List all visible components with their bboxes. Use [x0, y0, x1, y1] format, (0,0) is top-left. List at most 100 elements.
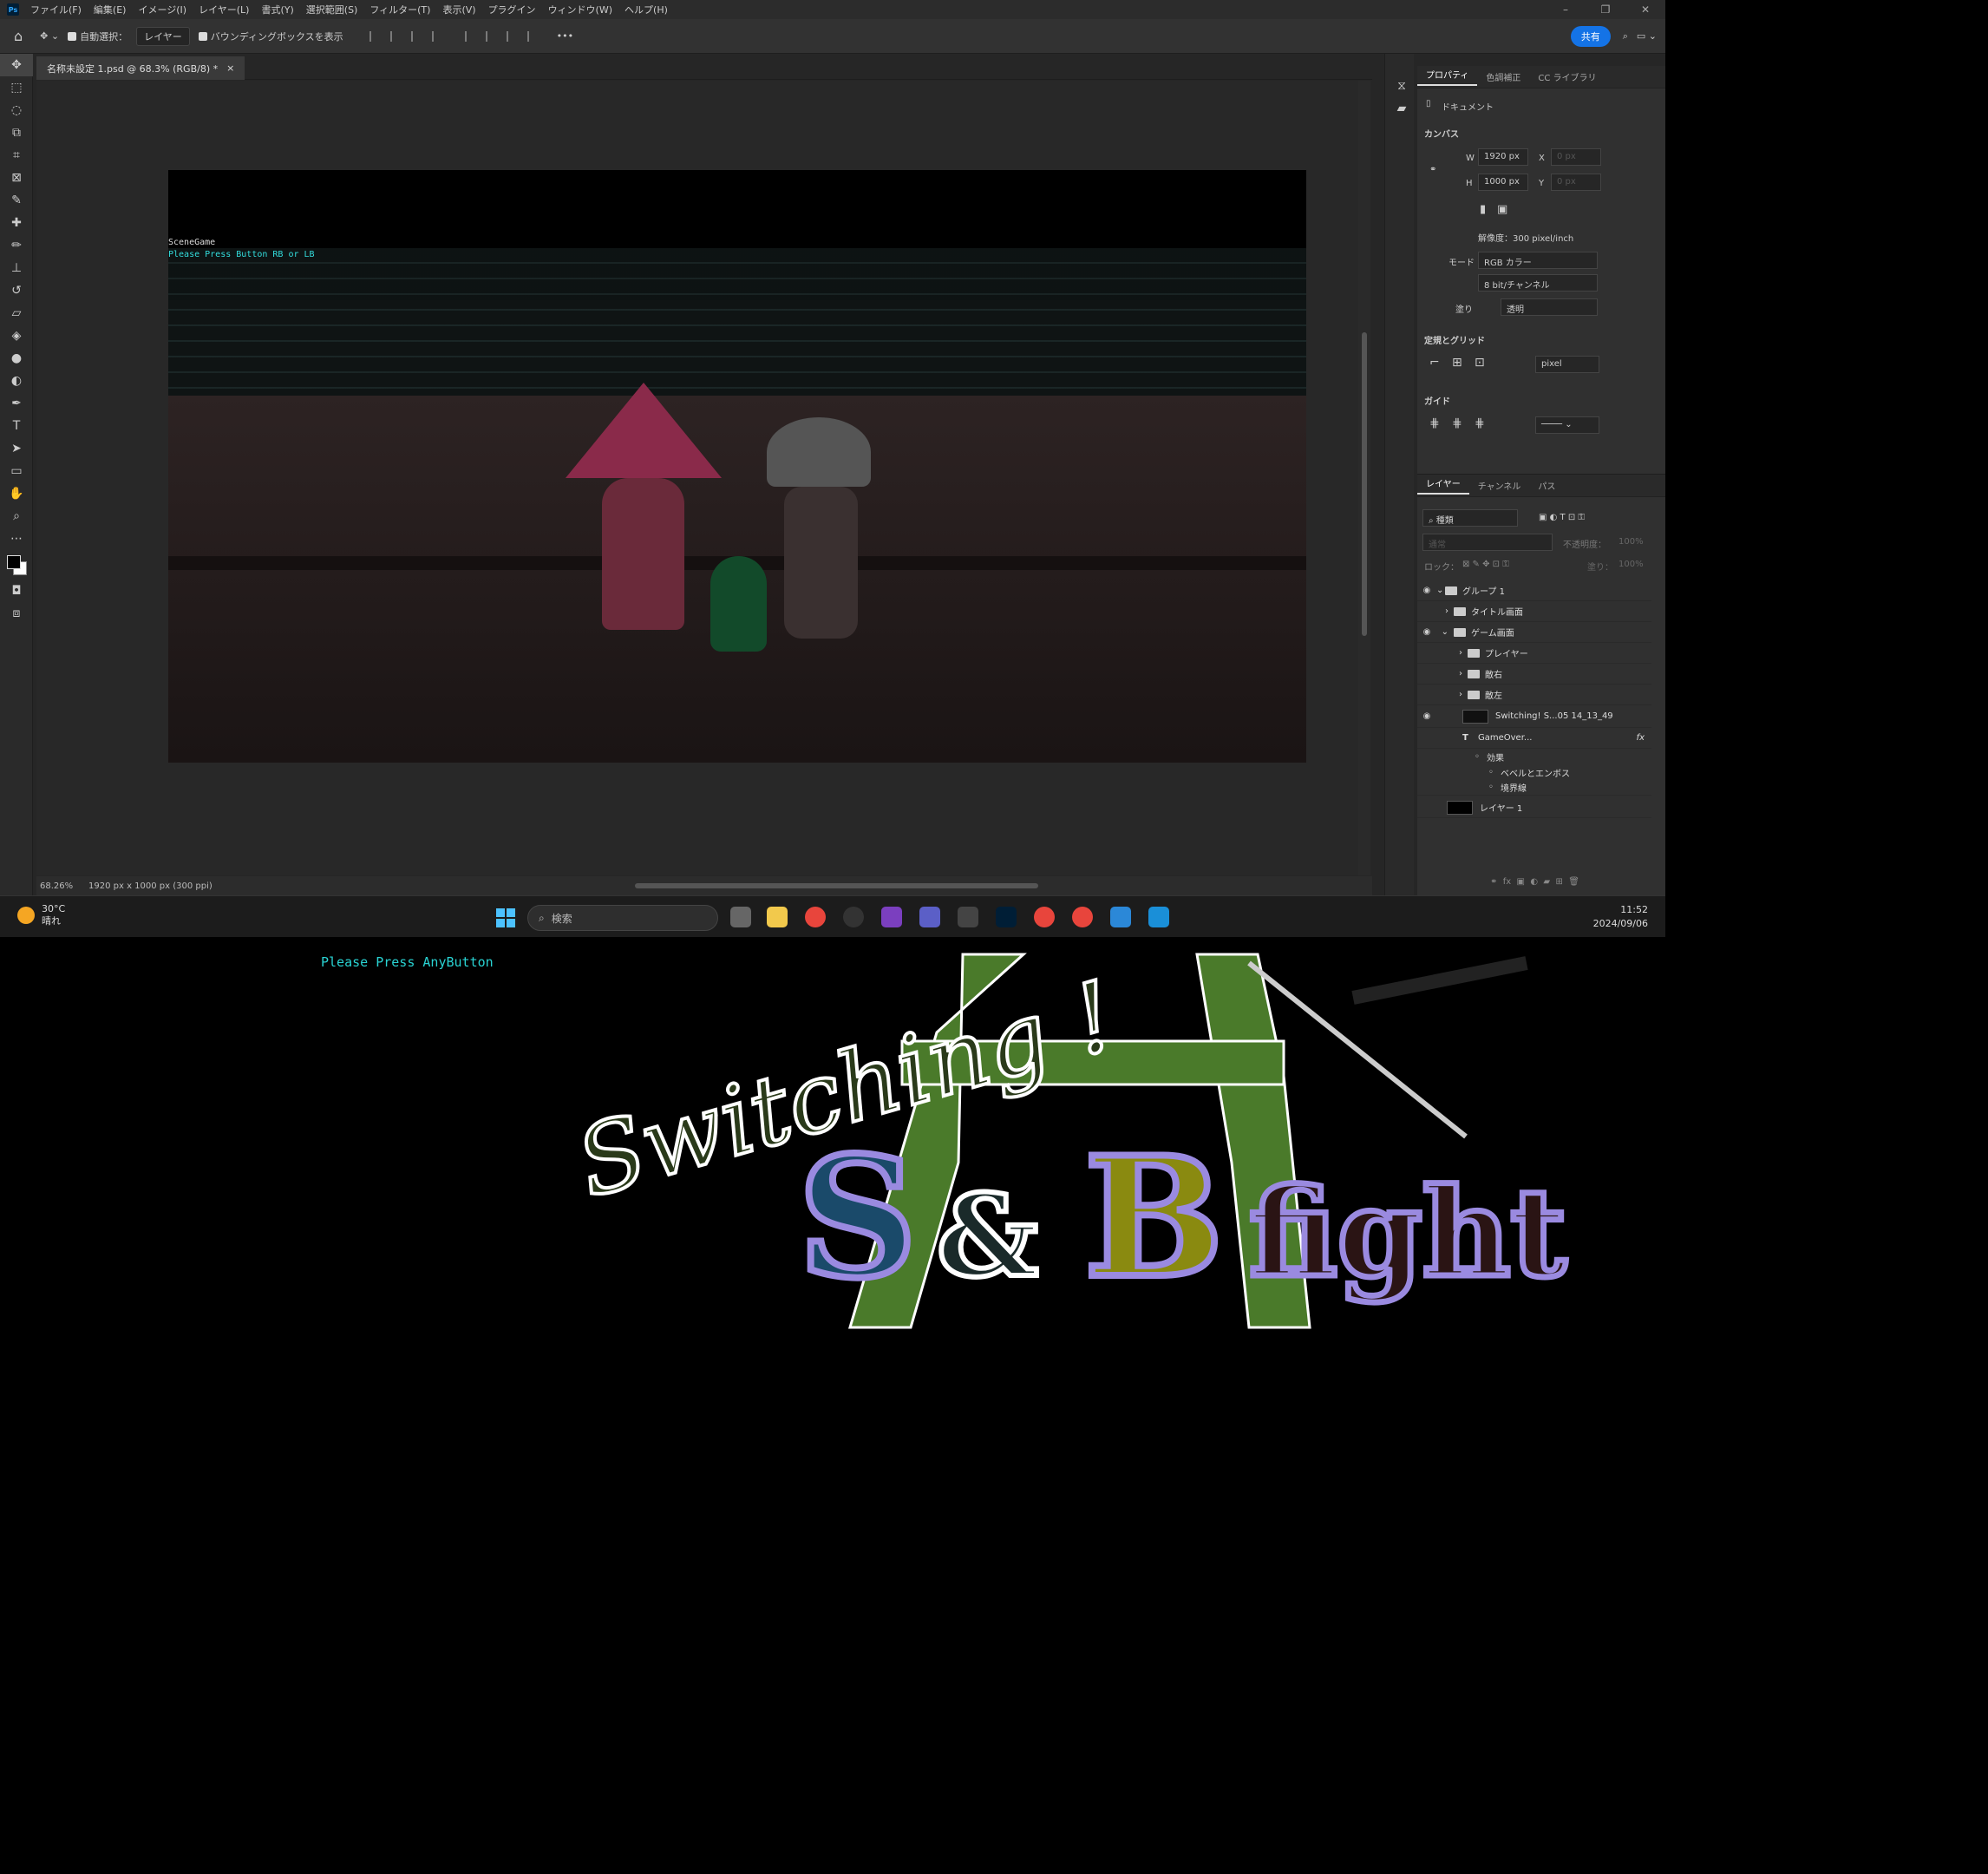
tab-layers[interactable]: レイヤー [1417, 476, 1469, 495]
layer-row[interactable]: › タイトル画面 [1417, 601, 1651, 622]
eraser-tool-icon[interactable]: ▱ [0, 302, 33, 324]
type-tool-icon[interactable]: T [0, 415, 33, 437]
layer-row[interactable]: レイヤー 1 [1417, 797, 1651, 818]
width-field[interactable]: 1920 px [1478, 148, 1528, 166]
menu-view[interactable]: 表示(V) [436, 3, 481, 16]
auto-select-target-dropdown[interactable]: レイヤー [136, 26, 190, 46]
horizontal-scroll-thumb[interactable] [635, 883, 1038, 888]
minimize-button[interactable]: – [1546, 3, 1586, 16]
canvas-section-header[interactable]: カンバス [1424, 127, 1459, 140]
frame-tool-icon[interactable]: ⊠ [0, 167, 33, 189]
workspace-icon[interactable]: ▭ ⌄ [1637, 30, 1657, 42]
eye-icon[interactable]: ◦ [1488, 768, 1501, 777]
guide-line-style-dropdown[interactable]: ──── ⌄ [1535, 416, 1599, 434]
close-tab-icon[interactable]: × [226, 62, 234, 74]
ruler-icon[interactable]: ⌐ [1429, 356, 1440, 370]
layer-actions-icons[interactable]: ⚭ fx ▣ ◐ ▰ ⊞ 🗑 [1490, 877, 1579, 887]
tab-adjustments[interactable]: 色調補正 [1477, 70, 1529, 83]
lasso-tool-icon[interactable]: ◌ [0, 99, 33, 121]
chevron-down-icon[interactable]: ⌄ [1436, 586, 1445, 595]
rulers-grid-section-header[interactable]: 定規とグリッド [1424, 333, 1485, 346]
align-middle-icon[interactable] [485, 30, 498, 42]
close-window-button[interactable]: ✕ [1625, 3, 1665, 16]
chevron-right-icon[interactable]: › [1450, 648, 1468, 658]
eye-icon[interactable]: ◦ [1488, 783, 1501, 792]
align-right-icon[interactable] [410, 30, 423, 42]
guides-section-header[interactable]: ガイド [1424, 394, 1450, 407]
eye-icon[interactable]: ◦ [1475, 752, 1487, 762]
tab-channels[interactable]: チャンネル [1469, 479, 1530, 492]
quick-mask-icon[interactable]: ◘ [0, 580, 33, 602]
task-view-icon[interactable] [730, 907, 751, 927]
grid-icon[interactable]: ⊞ [1452, 356, 1462, 370]
chrome-profile-icon[interactable] [1072, 907, 1093, 927]
menu-type[interactable]: 書式(Y) [255, 3, 299, 16]
system-clock[interactable]: 11:52 2024/09/06 [1593, 903, 1648, 931]
dodge-tool-icon[interactable]: ◐ [0, 370, 33, 392]
guide-icon[interactable]: ⋕ [1429, 416, 1440, 430]
share-button[interactable]: 共有 [1570, 25, 1611, 47]
show-bbox-checkbox[interactable]: バウンディングボックスを表示 [198, 29, 343, 43]
comments-icon[interactable]: ▰ [1385, 97, 1418, 120]
link-icon[interactable]: ⚭ [1429, 165, 1436, 174]
align-left-icon[interactable] [369, 30, 382, 42]
tab-properties[interactable]: プロパティ [1417, 68, 1478, 86]
crop-tool-icon[interactable]: ⌗ [0, 144, 33, 167]
layer-row[interactable]: ◉ Switching! S...05 14_13_49 [1417, 705, 1651, 728]
chevron-right-icon[interactable]: › [1450, 669, 1468, 678]
vertical-scrollbar[interactable] [1358, 81, 1370, 875]
menu-edit[interactable]: 編集(E) [88, 3, 133, 16]
move-tool-preset-icon[interactable]: ✥ ⌄ [40, 30, 59, 42]
y-field[interactable]: 0 px [1551, 174, 1601, 191]
align-center-icon[interactable] [389, 30, 402, 42]
paint-bucket-tool-icon[interactable]: ◈ [0, 324, 33, 347]
lock-icons[interactable]: ⊠ ✎ ✥ ⊡ ⚿ [1462, 560, 1509, 569]
more-tools-icon[interactable]: ⋯ [0, 527, 33, 550]
menu-image[interactable]: イメージ(I) [132, 3, 193, 16]
maximize-button[interactable]: ❐ [1586, 3, 1625, 16]
menu-plugins[interactable]: プラグイン [482, 3, 542, 16]
effect-row[interactable]: ◦ 境界線 [1417, 780, 1651, 796]
height-field[interactable]: 1000 px [1478, 174, 1528, 191]
chrome-profile-icon[interactable] [1034, 907, 1055, 927]
move-tool-icon[interactable]: ✥ [0, 54, 33, 76]
color-swatches[interactable] [0, 550, 33, 580]
filter-icons[interactable]: ▣ ◐ T ⊡ ⚿ [1539, 513, 1585, 522]
home-icon[interactable]: ⌂ [14, 28, 23, 44]
pixel-grid-icon[interactable]: ⊡ [1475, 356, 1485, 370]
pen-tool-icon[interactable]: ✒ [0, 392, 33, 415]
menu-select[interactable]: 選択範囲(S) [300, 3, 364, 16]
units-dropdown[interactable]: pixel [1535, 356, 1599, 373]
effect-row[interactable]: ◦ ベベルとエンボス [1417, 764, 1651, 780]
more-options-icon[interactable]: ••• [557, 30, 573, 42]
screen-mode-icon[interactable]: ⧈ [0, 602, 33, 625]
x-field[interactable]: 0 px [1551, 148, 1601, 166]
file-explorer-icon[interactable] [767, 907, 788, 927]
distribute-vertical-icon[interactable] [526, 30, 540, 42]
chrome-icon[interactable] [805, 907, 826, 927]
menu-help[interactable]: ヘルプ(H) [618, 3, 674, 16]
photos-icon[interactable] [1110, 907, 1131, 927]
mode-dropdown[interactable]: RGB カラー [1478, 252, 1598, 269]
photoshop-logo-icon[interactable]: Ps [7, 3, 19, 16]
layer-row[interactable]: ◉ ⌄ グループ 1 [1417, 580, 1651, 601]
distribute-icon[interactable] [431, 30, 444, 42]
unity-icon[interactable] [958, 907, 978, 927]
landscape-icon[interactable]: ▣ [1497, 203, 1507, 216]
document-size-info[interactable]: 1920 px x 1000 px (300 ppi) [88, 881, 213, 891]
blend-mode-dropdown[interactable]: 通常 [1422, 534, 1553, 551]
menu-file[interactable]: ファイル(F) [24, 3, 88, 16]
tab-cc-libraries[interactable]: CC ライブラリ [1529, 70, 1605, 83]
object-select-tool-icon[interactable]: ⧉ [0, 121, 33, 144]
layer-row[interactable]: › プレイヤー [1417, 643, 1651, 664]
brush-tool-icon[interactable]: ✏ [0, 234, 33, 257]
layer-row[interactable]: T GameOver... fx [1417, 728, 1651, 749]
layer-filter-dropdown[interactable]: ⌕ 種類 [1422, 509, 1518, 527]
visual-studio-icon[interactable] [881, 907, 902, 927]
fx-icon[interactable]: fx [1637, 733, 1651, 743]
taskbar-search[interactable]: ⌕ 検索 [527, 905, 718, 931]
chevron-down-icon[interactable]: ⌄ [1436, 627, 1454, 637]
canvas-workspace[interactable]: SceneGame Please Press Button RB or LB [36, 81, 1370, 875]
snipping-tool-icon[interactable] [1148, 907, 1169, 927]
align-bottom-icon[interactable] [506, 30, 519, 42]
